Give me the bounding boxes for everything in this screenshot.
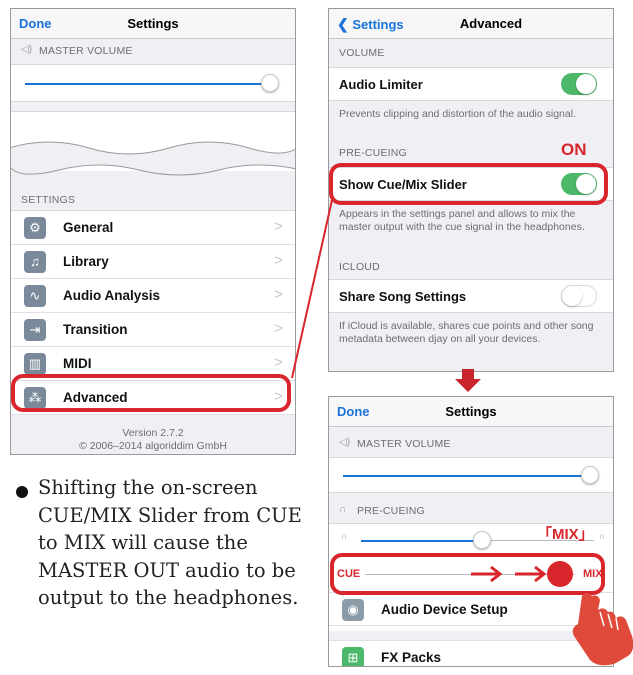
mix-headphone-icon: ∩ <box>599 531 606 541</box>
midi-keys-icon: ▥ <box>24 353 46 375</box>
bottom-navbar: Done Settings <box>329 397 613 427</box>
master-volume-header: MASTER VOLUME <box>357 438 451 450</box>
volume-section-header: VOLUME <box>339 47 385 59</box>
cue-headphone-icon: ∩ <box>341 531 348 541</box>
settings-item-transition[interactable]: ⇥ Transition > <box>11 313 295 347</box>
left-navbar: Done Settings <box>11 9 295 39</box>
audio-device-setup-label: Audio Device Setup <box>381 602 508 617</box>
show-cue-slider-description: Appears in the settings panel and allows… <box>339 208 585 233</box>
waveform-icon: ∿ <box>24 285 46 307</box>
precueing-section-header: PRE-CUEING <box>339 147 407 159</box>
share-song-settings-row: Share Song Settings <box>329 279 613 313</box>
arrow-down-icon <box>455 369 481 392</box>
master-volume-slider-thumb[interactable] <box>581 466 599 484</box>
headphones-icon: ∩ <box>339 504 347 515</box>
share-song-settings-toggle[interactable] <box>561 285 597 307</box>
note-text: Shifting the on-screen CUE/MIX Slider fr… <box>38 476 302 609</box>
fx-packs-label: FX Packs <box>381 650 442 665</box>
transition-icon: ⇥ <box>24 319 46 341</box>
settings-item-label: Transition <box>63 322 128 337</box>
music-note-icon: ♫ <box>24 251 46 273</box>
torn-edge <box>11 141 295 176</box>
icloud-section-header: ICLOUD <box>339 261 380 273</box>
advanced-highlight <box>11 374 291 412</box>
share-song-settings-description: If iCloud is available, shares cue point… <box>339 320 594 345</box>
precue-track-left <box>361 540 481 542</box>
settings-item-label: Audio Analysis <box>63 288 161 303</box>
master-volume-track <box>25 83 265 85</box>
audio-limiter-description: Prevents clipping and distortion of the … <box>339 108 576 120</box>
gear-icon: ⚙ <box>24 217 46 239</box>
master-volume-slider-thumb[interactable] <box>261 74 279 92</box>
chevron-right-icon: > <box>274 320 283 337</box>
settings-item-label: MIDI <box>63 356 92 371</box>
copyright-text: © 2006–2014 algoriddim GmbH <box>79 440 227 452</box>
chevron-left-icon: ❮ <box>337 16 349 32</box>
chevron-right-icon: > <box>274 286 283 303</box>
advanced-navbar: ❮ Settings Advanced <box>329 9 613 39</box>
shopping-cart-icon: ⊞ <box>342 647 364 666</box>
audio-limiter-toggle[interactable] <box>561 73 597 95</box>
page-title: Settings <box>127 16 179 31</box>
settings-item-audio-analysis[interactable]: ∿ Audio Analysis > <box>11 279 295 313</box>
mix-annotation: 「MIX」 <box>537 526 594 543</box>
chevron-right-icon: > <box>274 218 283 235</box>
precueing-header: PRE-CUEING <box>357 505 425 517</box>
chevron-right-icon: > <box>274 354 283 371</box>
master-volume-header: MASTER VOLUME <box>39 45 133 57</box>
page-title: Advanced <box>459 16 523 31</box>
audio-limiter-row: Audio Limiter <box>329 67 613 101</box>
settings-section-header: SETTINGS <box>21 194 76 206</box>
settings-item-label: Library <box>63 254 109 269</box>
precue-slider-thumb[interactable] <box>473 531 491 549</box>
master-volume-track <box>343 475 585 477</box>
audio-limiter-label: Audio Limiter <box>339 77 423 92</box>
settings-item-label: General <box>63 220 114 235</box>
settings-item-library[interactable]: ♫ Library > <box>11 245 295 279</box>
chevron-right-icon: > <box>274 252 283 269</box>
note-bullet <box>16 486 28 498</box>
master-volume-row <box>329 457 613 493</box>
share-song-settings-label: Share Song Settings <box>339 289 467 304</box>
version-text: Version 2.7.2 <box>122 427 184 439</box>
speaker-icon: ◁) <box>339 437 351 448</box>
speaker-settings-icon: ◉ <box>342 599 364 621</box>
speaker-icon: ◁) <box>21 44 33 55</box>
hand-pointer-icon <box>572 593 633 666</box>
cue-mix-highlight <box>330 553 605 595</box>
on-annotation: ON <box>561 140 587 159</box>
page-title: Settings <box>445 404 497 419</box>
settings-item-general[interactable]: ⚙ General > <box>11 211 295 245</box>
show-cue-highlight <box>329 163 608 205</box>
master-volume-row <box>11 64 295 102</box>
